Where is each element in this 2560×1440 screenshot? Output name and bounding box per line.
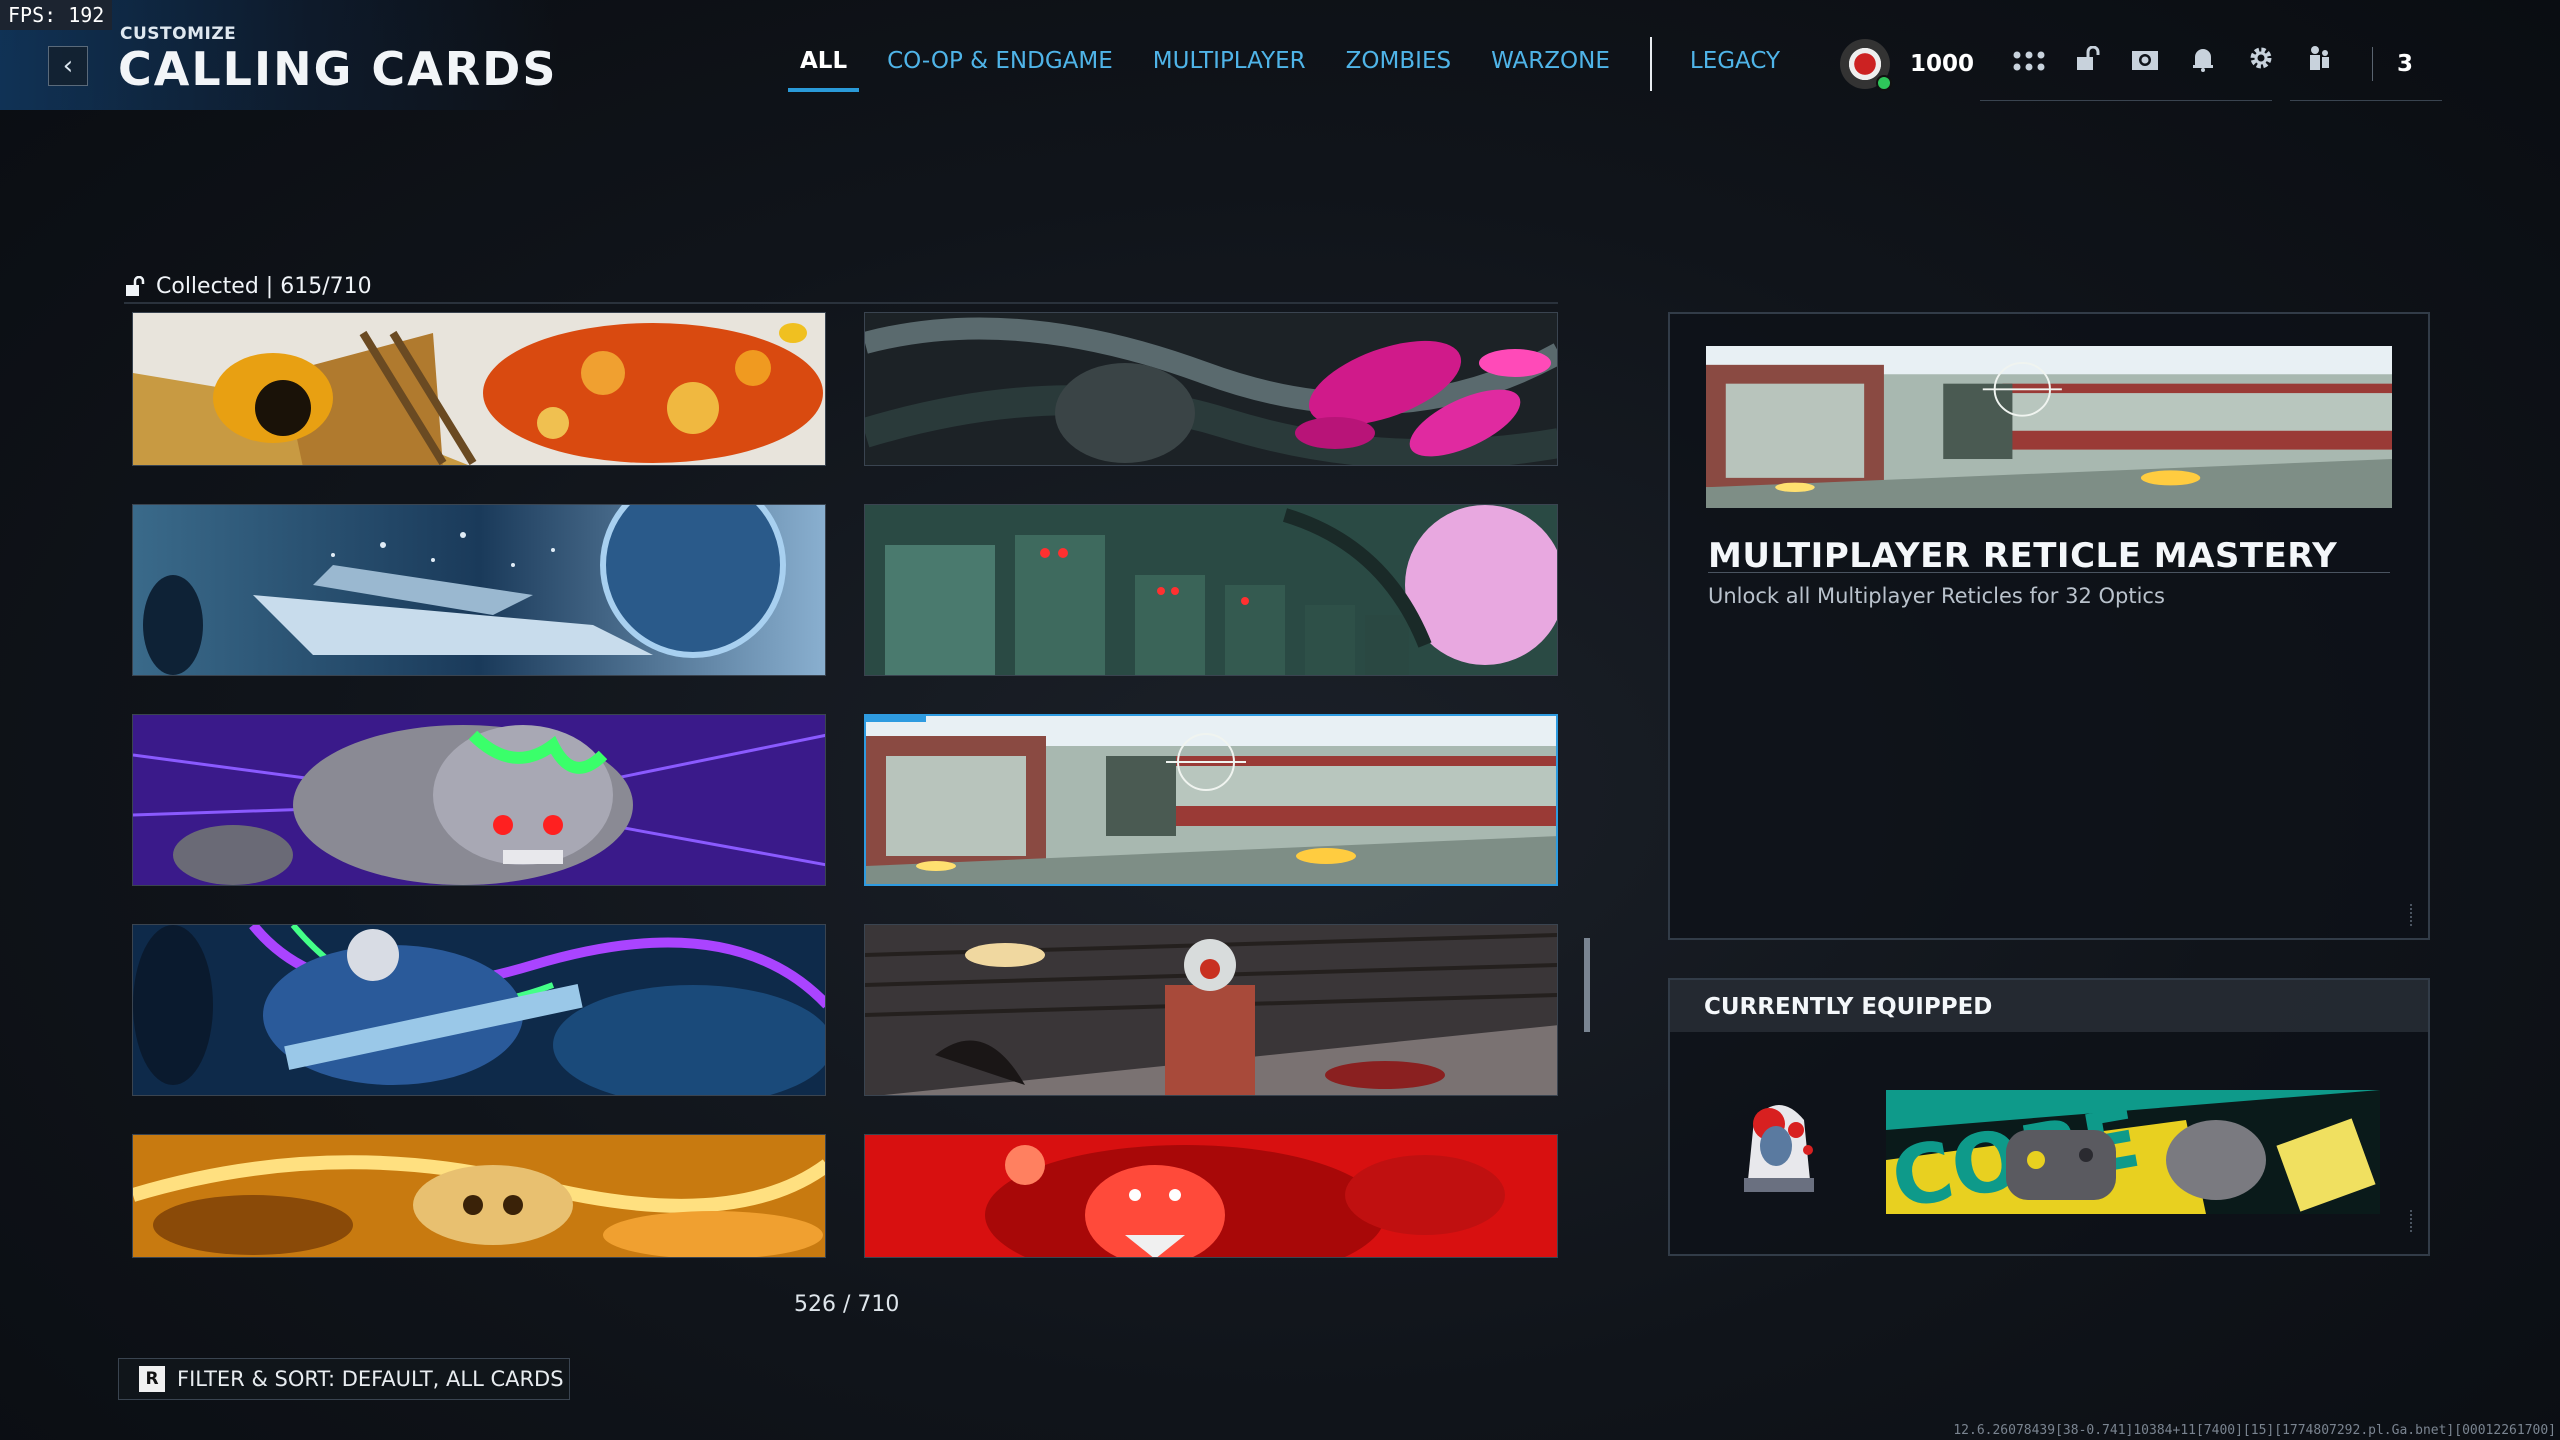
card-dark-tentacles[interactable] [864, 312, 1558, 466]
grid-scrollbar[interactable] [1584, 938, 1590, 1032]
hud-divider [2372, 47, 2374, 81]
equipped-title: CURRENTLY EQUIPPED [1704, 994, 1993, 1020]
equipped-calling-card[interactable]: CORE [1886, 1090, 2380, 1214]
detail-card-preview [1706, 346, 2392, 508]
detail-divider [1708, 572, 2390, 573]
gear-icon[interactable] [2232, 36, 2290, 92]
party-icon[interactable] [2290, 36, 2348, 92]
currently-equipped-panel: CURRENTLY EQUIPPED CORE [1668, 978, 2430, 1256]
card-robot-soldiers[interactable] [864, 504, 1558, 676]
page-title: CALLING CARDS [118, 42, 558, 96]
online-status-dot [1876, 75, 1892, 91]
camera-icon[interactable] [2116, 36, 2174, 92]
hud-underline [1980, 100, 2272, 101]
back-button[interactable]: ‹ [48, 46, 88, 86]
collected-counter: Collected | 615/710 [124, 274, 372, 299]
fps-counter: FPS: 192 [0, 0, 112, 30]
detail-title: MULTIPLAYER RETICLE MASTERY [1708, 536, 2338, 576]
hud-underline-right [2290, 100, 2442, 101]
build-version-string: 12.6.26078439[38-0.741]10384+11[7400][15… [1953, 1423, 2556, 1438]
unlock-icon [126, 275, 145, 296]
hud-bar: 1000 3 [1840, 36, 2413, 92]
tab-warzone[interactable]: WARZONE [1491, 48, 1610, 80]
filter-sort-label: FILTER & SORT: DEFAULT, ALL CARDS [177, 1367, 564, 1391]
key-hint-badge: R [139, 1366, 165, 1392]
grid-top-rule [124, 302, 1558, 304]
grid-dots-icon[interactable] [2000, 36, 2058, 92]
party-count: 3 [2397, 51, 2414, 77]
card-position-label: 526 / 710 [794, 1292, 900, 1317]
card-multiplayer-reticle[interactable] [864, 714, 1558, 886]
card-gas-mask[interactable] [864, 924, 1558, 1096]
card-zombie-skull[interactable] [132, 714, 826, 886]
collected-label: Collected | 615/710 [156, 274, 372, 299]
card-space-debris[interactable] [132, 504, 826, 676]
unlock-icon[interactable] [2058, 36, 2116, 92]
equipped-emblem[interactable] [1724, 1090, 1834, 1200]
chevron-left-icon: ‹ [62, 51, 74, 81]
card-bee-honey[interactable] [132, 312, 826, 466]
tab-multiplayer[interactable]: MULTIPLAYER [1153, 48, 1306, 80]
tab-legacy[interactable]: LEGACY [1690, 48, 1780, 80]
points-value: 1000 [1910, 51, 1975, 77]
category-tabs: ALL CO-OP & ENDGAME MULTIPLAYER ZOMBIES … [787, 37, 1820, 92]
bell-icon[interactable] [2174, 36, 2232, 92]
card-red-beast[interactable] [864, 1134, 1558, 1258]
tab-zombies[interactable]: ZOMBIES [1346, 48, 1451, 80]
filter-sort-button[interactable]: R FILTER & SORT: DEFAULT, ALL CARDS [118, 1358, 570, 1400]
player-avatar[interactable] [1840, 39, 1892, 91]
tab-all[interactable]: ALL [787, 48, 860, 92]
card-gold-skull[interactable] [132, 1134, 826, 1258]
panel-corner-mark [2410, 1210, 2420, 1232]
equipped-header: CURRENTLY EQUIPPED [1670, 980, 2428, 1032]
card-neon-skeleton[interactable] [132, 924, 826, 1096]
page-subtitle: CUSTOMIZE [120, 24, 237, 44]
card-detail-panel: MULTIPLAYER RETICLE MASTERY Unlock all M… [1668, 312, 2430, 940]
panel-corner-mark [2410, 904, 2420, 926]
tab-coop-endgame[interactable]: CO-OP & ENDGAME [887, 48, 1113, 80]
detail-description: Unlock all Multiplayer Reticles for 32 O… [1708, 584, 2165, 608]
nav-divider [1649, 37, 1652, 91]
